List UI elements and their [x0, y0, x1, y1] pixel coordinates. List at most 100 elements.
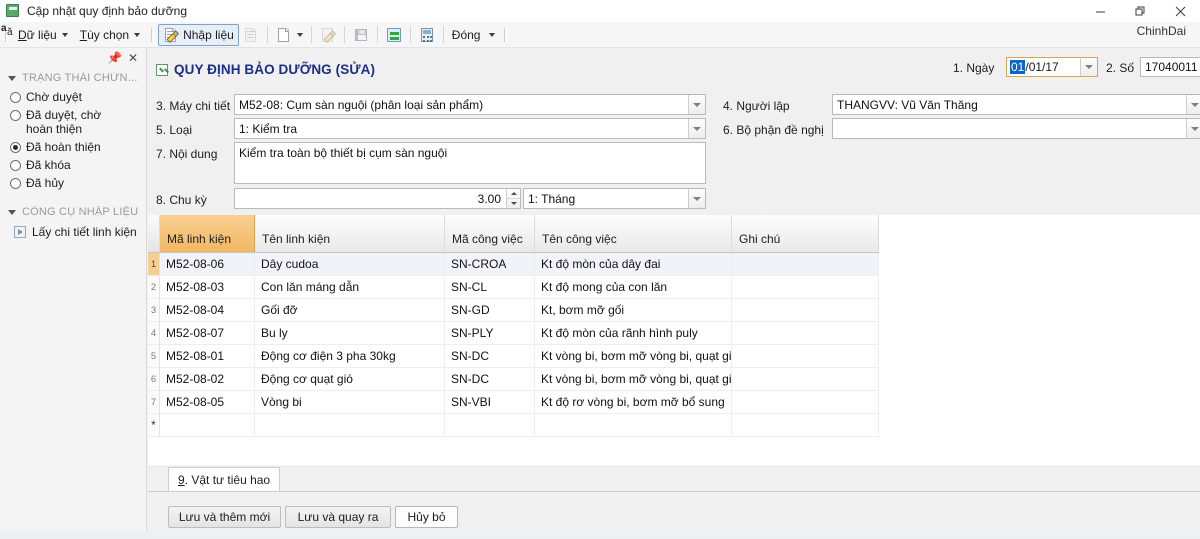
chevron-down-icon[interactable]	[489, 33, 495, 37]
chevron-down-icon[interactable]	[1186, 119, 1200, 138]
cell-ma-cong-viec[interactable]: SN-CROA	[445, 253, 535, 275]
cell-ma-linh-kien[interactable]: M52-08-01	[160, 345, 255, 367]
cell-ten-linh-kien[interactable]: Gối đỡ	[255, 299, 445, 321]
column-header-ten-linh-kien[interactable]: Tên linh kiện	[255, 215, 445, 252]
checked-box-icon[interactable]	[156, 64, 168, 76]
cell-ma-linh-kien[interactable]	[160, 414, 255, 436]
save-and-new-button[interactable]: Lưu và thêm mới	[168, 506, 281, 528]
cell-ma-cong-viec[interactable]: SN-VBI	[445, 391, 535, 413]
language-button[interactable]: aă	[484, 24, 499, 46]
chevron-down-icon[interactable]	[297, 33, 303, 37]
cancel-button[interactable]: Hủy bỏ	[395, 506, 458, 528]
table-row[interactable]: 7 M52-08-05 Vòng bi SN-VBI Kt độ rơ vòng…	[148, 391, 879, 414]
sidebar-item-da-duyet-cho-hoan-thien[interactable]: Đã duyệt, chờ hoàn thiện	[0, 106, 146, 138]
ngay-input[interactable]: 01/01/17	[1006, 57, 1098, 77]
menu-tuy-chon[interactable]: Tùy chọn	[74, 24, 146, 46]
chevron-down-icon[interactable]	[1186, 95, 1200, 114]
cell-ten-cong-viec[interactable]	[535, 414, 732, 436]
toolbar-gripper[interactable]	[149, 26, 156, 44]
cell-ten-linh-kien[interactable]: Con lăn máng dẫn	[255, 276, 445, 298]
table-row[interactable]: 3 M52-08-04 Gối đỡ SN-GD Kt, bơm mỡ gối	[148, 299, 879, 322]
cell-ten-cong-viec[interactable]: Kt vòng bi, bơm mỡ vòng bi, quạt gió	[535, 368, 732, 390]
section-cong-cu-nhap-lieu[interactable]: CÔNG CỤ NHẬP LIỆU	[0, 202, 146, 222]
table-row[interactable]: 5 M52-08-01 Động cơ điện 3 pha 30kg SN-D…	[148, 345, 879, 368]
cell-ma-cong-viec[interactable]	[445, 414, 535, 436]
close-icon[interactable]	[1160, 0, 1200, 22]
table-row[interactable]: 4 M52-08-07 Bu ly SN-PLY Kt độ mòn của r…	[148, 322, 879, 345]
cell-ten-linh-kien[interactable]	[255, 414, 445, 436]
pin-icon[interactable]: 📌	[107, 52, 122, 64]
chevron-down-icon[interactable]	[688, 119, 705, 138]
nhap-lieu-button[interactable]: Nhập liệu	[158, 24, 239, 46]
copy-document-button[interactable]	[239, 24, 263, 46]
edit-button[interactable]	[316, 24, 340, 46]
toolbar-gripper-end[interactable]	[502, 26, 509, 44]
cell-ten-cong-viec[interactable]: Kt độ mòn của dây đai	[535, 253, 732, 275]
cell-ghi-chu[interactable]	[732, 299, 879, 321]
cell-ghi-chu[interactable]	[732, 345, 879, 367]
table-row[interactable]: 6 M52-08-02 Động cơ quạt gió SN-DC Kt vò…	[148, 368, 879, 391]
save-and-close-button[interactable]: Lưu và quay ra	[285, 506, 391, 528]
minimize-icon[interactable]	[1080, 0, 1120, 22]
stepper-up-icon[interactable]	[507, 189, 520, 198]
may-chi-tiet-combo[interactable]: M52-08: Cụm sàn nguội (phân loại sản phẩ…	[234, 94, 706, 115]
column-header-ma-cong-viec[interactable]: Mã công việc	[445, 215, 535, 252]
cell-ma-linh-kien[interactable]: M52-08-03	[160, 276, 255, 298]
dong-button[interactable]: Đóng	[448, 24, 485, 46]
cell-ten-cong-viec[interactable]: Kt độ rơ vòng bi, bơm mỡ bổ sung	[535, 391, 732, 413]
tab-vat-tu-tieu-hao[interactable]: 9. Vật tư tiêu hao	[168, 467, 280, 491]
chu-ky-unit-combo[interactable]: 1: Tháng	[523, 188, 706, 209]
chu-ky-input[interactable]: 3.00	[234, 188, 521, 209]
chevron-down-icon[interactable]	[688, 95, 705, 114]
bo-phan-de-nghi-combo[interactable]	[832, 118, 1200, 139]
column-header-ghi-chu[interactable]: Ghi chú	[732, 215, 879, 252]
menu-du-lieu[interactable]: Dữ liệu	[12, 24, 74, 46]
cell-ghi-chu[interactable]	[732, 368, 879, 390]
sidebar-item-cho-duyet[interactable]: Chờ duyệt	[0, 88, 146, 106]
new-document-button[interactable]	[272, 24, 307, 46]
chevron-down-icon[interactable]	[1080, 58, 1097, 76]
cell-ma-cong-viec[interactable]: SN-CL	[445, 276, 535, 298]
cell-ten-linh-kien[interactable]: Bu ly	[255, 322, 445, 344]
cell-ma-linh-kien[interactable]: M52-08-02	[160, 368, 255, 390]
section-trang-thai-chung-tu[interactable]: TRẠNG THÁI CHỨN...	[0, 68, 146, 88]
cell-ten-cong-viec[interactable]: Kt độ mòn của rãnh hình puly	[535, 322, 732, 344]
table-row[interactable]: 1 M52-08-06 Dây cudoa SN-CROA Kt độ mòn …	[148, 253, 879, 276]
cell-ten-linh-kien[interactable]: Động cơ điện 3 pha 30kg	[255, 345, 445, 367]
cell-ten-cong-viec[interactable]: Kt vòng bi, bơm mỡ vòng bi, quạt gió	[535, 345, 732, 367]
cell-ma-cong-viec[interactable]: SN-PLY	[445, 322, 535, 344]
cell-ghi-chu[interactable]	[732, 414, 879, 436]
save-button[interactable]	[349, 24, 373, 46]
cell-ghi-chu[interactable]	[732, 276, 879, 298]
sidebar-item-da-huy[interactable]: Đã hủy	[0, 174, 146, 192]
ngay-day-segment[interactable]: 01	[1010, 60, 1025, 74]
cell-ten-linh-kien[interactable]: Vòng bi	[255, 391, 445, 413]
quantity-stepper[interactable]	[506, 189, 520, 208]
cell-ten-linh-kien[interactable]: Dây cudoa	[255, 253, 445, 275]
cell-ten-linh-kien[interactable]: Động cơ quạt gió	[255, 368, 445, 390]
calculator-button[interactable]	[415, 24, 439, 46]
cell-ma-cong-viec[interactable]: SN-DC	[445, 368, 535, 390]
restore-icon[interactable]	[1120, 0, 1160, 22]
cell-ghi-chu[interactable]	[732, 322, 879, 344]
chevron-down-icon[interactable]	[688, 189, 705, 208]
stepper-down-icon[interactable]	[507, 198, 520, 208]
table-row[interactable]: 2 M52-08-03 Con lăn máng dẫn SN-CL Kt độ…	[148, 276, 879, 299]
refresh-button[interactable]	[382, 24, 406, 46]
so-input[interactable]: 17040011	[1140, 57, 1200, 77]
cell-ma-linh-kien[interactable]: M52-08-06	[160, 253, 255, 275]
cell-ten-cong-viec[interactable]: Kt độ mong của con lăn	[535, 276, 732, 298]
nguoi-lap-combo[interactable]: THANGVV: Vũ Văn Thăng	[832, 94, 1200, 115]
table-row-new[interactable]: *	[148, 414, 879, 437]
sidebar-item-da-khoa[interactable]: Đã khóa	[0, 156, 146, 174]
cell-ma-cong-viec[interactable]: SN-GD	[445, 299, 535, 321]
cell-ma-linh-kien[interactable]: M52-08-07	[160, 322, 255, 344]
cell-ma-linh-kien[interactable]: M52-08-04	[160, 299, 255, 321]
cell-ma-linh-kien[interactable]: M52-08-05	[160, 391, 255, 413]
cell-ghi-chu[interactable]	[732, 253, 879, 275]
column-header-ma-linh-kien[interactable]: Mã linh kiện	[160, 215, 255, 252]
sidebar-item-lay-chi-tiet-linh-kien[interactable]: Lấy chi tiết linh kiện	[0, 222, 146, 242]
loai-combo[interactable]: 1: Kiểm tra	[234, 118, 706, 139]
column-header-ten-cong-viec[interactable]: Tên công việc	[535, 215, 732, 252]
close-icon[interactable]: ✕	[128, 52, 138, 64]
